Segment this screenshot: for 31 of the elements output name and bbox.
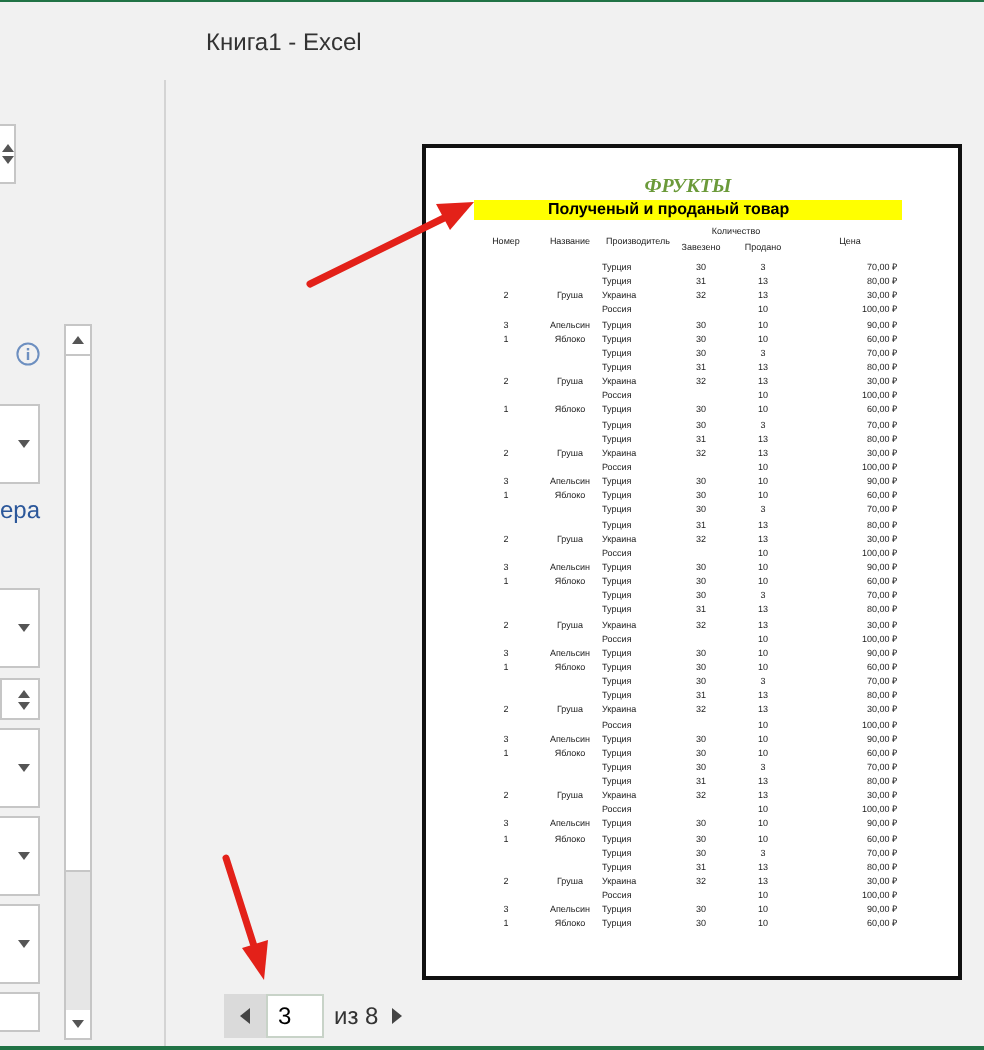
spinner-field[interactable]: [0, 678, 40, 720]
arrow-annotation: [222, 854, 268, 980]
dropdown[interactable]: [0, 588, 40, 668]
left-triangle-icon: [240, 1008, 250, 1024]
info-icon[interactable]: [16, 342, 40, 366]
down-icon: [1, 156, 13, 164]
page-number-field[interactable]: 3: [266, 994, 324, 1038]
caret-icon: [18, 852, 30, 860]
caret-icon: [18, 764, 30, 772]
caret-icon: [18, 624, 30, 632]
dropdown[interactable]: [0, 904, 40, 984]
window-title: Книга1 - Excel: [206, 27, 362, 55]
down-icon: [18, 701, 30, 709]
caret-icon: [18, 440, 30, 448]
previous-page-button[interactable]: [224, 994, 266, 1038]
page-count: из 8: [334, 1002, 379, 1030]
right-triangle-icon: [391, 1008, 402, 1024]
scroll-up-icon: [72, 336, 84, 344]
scrollbar[interactable]: [64, 324, 92, 1040]
up-icon: [1, 144, 13, 152]
scrollbar-thumb[interactable]: [66, 354, 90, 872]
scroll-down-icon: [72, 1020, 84, 1028]
dropdown[interactable]: [0, 992, 40, 1032]
spinner-field[interactable]: [0, 124, 16, 184]
up-icon: [18, 689, 30, 697]
sheet-title: ФРУКТЫ: [642, 174, 734, 200]
dropdown[interactable]: [0, 404, 40, 484]
dropdown[interactable]: [0, 816, 40, 896]
caret-icon: [18, 940, 30, 948]
link[interactable]: ера: [0, 496, 41, 524]
sheet-subtitle: Полученый и проданый товар: [474, 200, 902, 220]
